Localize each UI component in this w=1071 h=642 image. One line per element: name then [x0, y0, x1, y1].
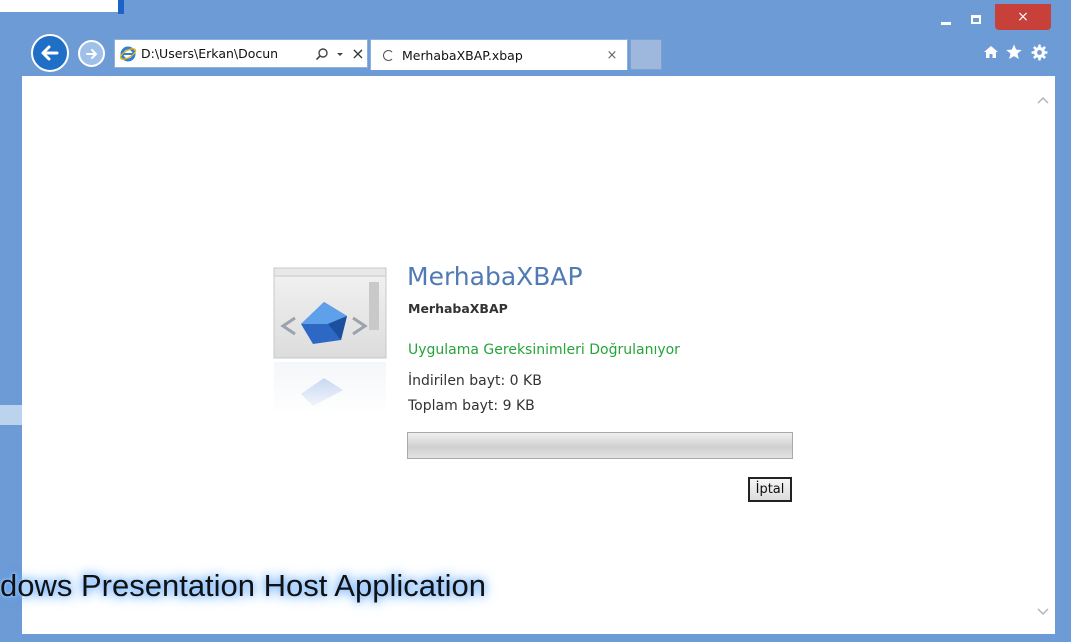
scroll-down-icon[interactable] [1036, 604, 1050, 618]
total-bytes: Toplam bayt: 9 KB [408, 398, 535, 414]
favorites-button[interactable] [1004, 42, 1024, 62]
address-text: D:\Users\Erkan\Docun [141, 46, 279, 61]
background-window-edge [0, 0, 120, 12]
app-subtitle: MerhabaXBAP [408, 301, 508, 316]
tab-close-button[interactable]: × [597, 48, 627, 63]
vertical-scrollbar[interactable] [1031, 76, 1055, 634]
stop-icon: × [351, 44, 365, 63]
scroll-up-icon[interactable] [1036, 94, 1050, 108]
cancel-button[interactable]: İptal [748, 477, 792, 502]
address-bar[interactable]: D:\Users\Erkan\Docun × [114, 39, 368, 68]
forward-button[interactable] [78, 40, 105, 67]
status-text: Uygulama Gereksinimleri Doğrulanıyor [408, 342, 680, 358]
arrow-right-icon [85, 48, 97, 59]
close-button[interactable]: × [995, 4, 1051, 30]
new-tab-button[interactable] [630, 39, 662, 70]
ie-logo-icon [119, 46, 137, 61]
app-title: MerhabaXBAP [407, 262, 583, 291]
background-window-band [0, 405, 22, 425]
star-icon [1006, 44, 1022, 59]
xbap-app-icon [273, 267, 391, 416]
arrow-left-icon [41, 45, 59, 61]
maximize-button[interactable] [961, 6, 991, 32]
tab-merhabaxbap[interactable]: MerhabaXBAP.xbap × [370, 39, 628, 70]
stop-button[interactable]: × [349, 44, 367, 64]
window-frame-right [1055, 76, 1071, 642]
search-button[interactable] [313, 44, 331, 64]
home-icon [984, 46, 998, 58]
tab-title: MerhabaXBAP.xbap [402, 47, 523, 63]
download-progress-bar [407, 432, 793, 459]
minimize-icon [941, 21, 951, 25]
window-frame-bottom [0, 634, 1071, 642]
home-button[interactable] [981, 42, 1001, 62]
gear-icon [1031, 44, 1047, 60]
background-window-border [118, 0, 124, 14]
close-icon: × [1017, 9, 1029, 25]
chevron-down-icon [337, 52, 343, 56]
address-dropdown-button[interactable] [331, 44, 349, 64]
window-frame-left [0, 76, 22, 642]
search-icon [315, 47, 328, 60]
downloaded-bytes: İndirilen bayt: 0 KB [408, 373, 542, 389]
maximize-icon [971, 14, 981, 24]
settings-button[interactable] [1029, 42, 1049, 62]
host-application-caption: dows Presentation Host Application [0, 568, 486, 603]
minimize-button[interactable] [931, 6, 961, 32]
loading-spinner-icon [383, 49, 394, 61]
back-button[interactable] [31, 34, 69, 72]
